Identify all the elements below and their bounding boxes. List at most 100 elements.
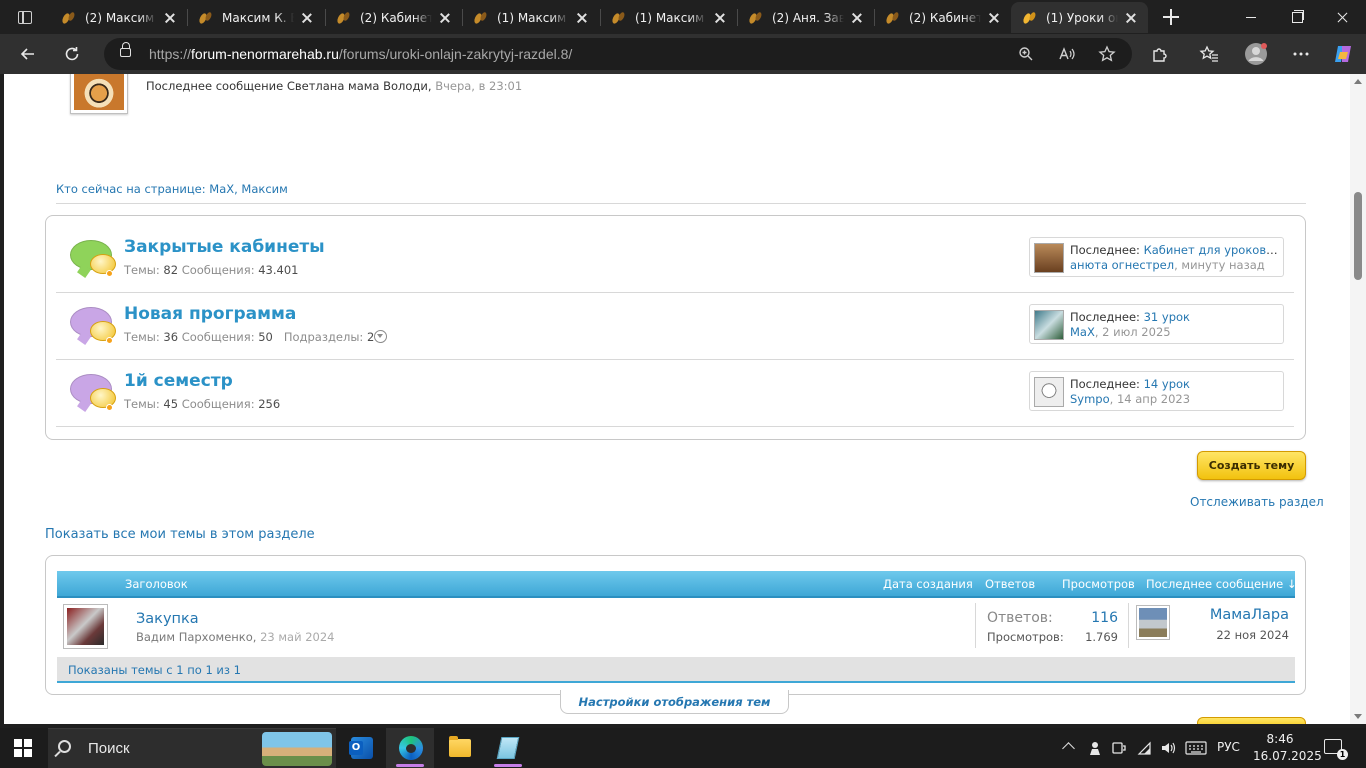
tab-actions-menu-icon[interactable] [8, 6, 42, 28]
file-explorer-icon[interactable] [436, 728, 484, 768]
show-my-threads-link[interactable]: Показать все мои темы в этом разделе [45, 527, 315, 542]
scroll-up-arrow-icon[interactable] [1354, 79, 1362, 84]
back-arrow-icon[interactable] [16, 42, 40, 66]
profile-avatar-icon[interactable] [1244, 42, 1268, 66]
last-post-user-link[interactable]: Sympo [1070, 392, 1110, 406]
create-thread-button-bottom[interactable] [1197, 717, 1306, 724]
close-tab-icon[interactable] [300, 11, 314, 25]
read-aloud-icon[interactable] [1057, 44, 1077, 64]
online-label[interactable]: Кто сейчас на странице: [56, 182, 206, 196]
subforum-last-post: Последнее: 14 урок Sympo, 14 апр 2023 [1029, 371, 1284, 411]
close-tab-icon[interactable] [713, 11, 727, 25]
subforum-title-link[interactable]: Закрытые кабинеты [124, 237, 325, 257]
favorite-star-icon[interactable] [1097, 44, 1117, 64]
page-scrollbar[interactable] [1350, 74, 1366, 724]
sort-by-last-message[interactable]: Последнее сообщение ↓ [1146, 577, 1296, 591]
last-post-avatar[interactable] [1034, 243, 1064, 273]
online-users-links[interactable]: MaX, Максим [209, 182, 288, 196]
new-tab-plus-icon[interactable] [1160, 6, 1182, 28]
sort-by-created[interactable]: Дата создания [883, 577, 973, 591]
keyboard-icon[interactable] [1185, 739, 1207, 757]
reload-icon[interactable] [60, 42, 84, 66]
windows-start-icon[interactable] [14, 739, 32, 757]
volume-icon[interactable] [1159, 739, 1177, 757]
browser-tab[interactable]: (2) Кабинет дл [874, 2, 1011, 33]
tray-app-icon[interactable] [1086, 739, 1104, 757]
thread-title-link[interactable]: Закупка [136, 611, 199, 627]
site-favicon-icon [749, 11, 763, 25]
url-text[interactable]: https://forum-nenormarehab.ru/forums/uro… [149, 46, 572, 62]
wifi-icon[interactable] [1135, 739, 1153, 757]
subforums-toggle[interactable]: Подразделы: [284, 330, 363, 344]
last-post-time[interactable]: 2 июл 2025 [1102, 325, 1170, 339]
close-tab-icon[interactable] [1124, 11, 1138, 25]
last-message-user-link[interactable]: МамаЛара [1210, 607, 1289, 623]
favorites-list-icon[interactable] [1197, 42, 1221, 66]
subforum-title-link[interactable]: Новая программа [124, 304, 296, 324]
search-highlight-image[interactable] [262, 732, 332, 766]
watch-forum-link[interactable]: Отслеживать раздел [1190, 495, 1324, 509]
window-restore-icon[interactable] [1274, 0, 1320, 34]
lock-icon[interactable] [120, 42, 131, 57]
window-close-icon[interactable] [1320, 0, 1366, 34]
browser-tab[interactable]: (2) Максим К. [50, 2, 187, 33]
thread-start-date[interactable]: 23 май 2024 [260, 630, 334, 644]
close-tab-icon[interactable] [987, 11, 1001, 25]
copilot-icon[interactable] [1331, 42, 1355, 66]
thread-display-settings-link[interactable]: Настройки отображения тем [560, 690, 789, 714]
taskbar-search[interactable]: Поиск [48, 728, 336, 768]
last-post-avatar[interactable] [1034, 310, 1064, 340]
sort-by-replies[interactable]: Ответов [985, 577, 1035, 591]
browser-tab[interactable]: (2) Кабинет дл [325, 2, 462, 33]
sort-by-title[interactable]: Заголовок [125, 577, 188, 591]
site-favicon-icon [612, 11, 626, 25]
scroll-down-arrow-icon[interactable] [1354, 714, 1362, 719]
zoom-icon[interactable] [1016, 44, 1036, 64]
last-message-time[interactable]: Вчера, в 23:01 [435, 79, 522, 93]
last-message-user-link[interactable]: Светлана мама Володи [287, 79, 428, 93]
notepad-app-icon[interactable] [484, 728, 532, 768]
show-hidden-icons-chevron-icon[interactable] [1062, 742, 1075, 755]
thread-list: Заголовок Дата создания Ответов Просмотр… [45, 555, 1306, 695]
thread-author-link[interactable]: Вадим Пархоменко [136, 630, 253, 644]
search-icon [58, 740, 71, 753]
more-menu-icon[interactable] [1289, 42, 1313, 66]
device-icon[interactable] [1110, 739, 1128, 757]
browser-tab-active[interactable]: (1) Уроки онла [1011, 2, 1148, 33]
last-post-title-link[interactable]: Кабинет для уроков Анюты [1144, 243, 1278, 257]
window-minimize-icon[interactable] [1228, 0, 1274, 34]
subforum-stats: Темы: 82 Сообщения: 43.401 [124, 263, 299, 277]
last-poster-avatar[interactable] [70, 74, 128, 114]
last-post-time[interactable]: минуту назад [1181, 258, 1264, 272]
close-tab-icon[interactable] [163, 11, 177, 25]
last-post-user-link[interactable]: MaX [1070, 325, 1095, 339]
sort-by-views[interactable]: Просмотров [1062, 577, 1135, 591]
browser-tab[interactable]: (1) Максим К. [462, 2, 599, 33]
taskbar-clock[interactable]: 8:46 16.07.2025 [1253, 731, 1322, 765]
thread-author-avatar[interactable] [63, 604, 108, 649]
browser-tab[interactable]: (1) Максим К. [600, 2, 737, 33]
chevron-down-icon[interactable] [374, 330, 388, 343]
browser-tab[interactable]: Максим К. Бро [187, 2, 324, 33]
site-favicon-icon [886, 11, 900, 25]
last-post-user-link[interactable]: анюта огнестрел [1070, 258, 1174, 272]
last-message-date[interactable]: 22 ноя 2024 [1216, 628, 1289, 642]
last-message-avatar[interactable] [1136, 605, 1170, 640]
last-post-avatar[interactable] [1034, 377, 1064, 407]
outlook-app-icon[interactable] [338, 728, 386, 768]
thread-meta: Вадим Пархоменко, 23 май 2024 [136, 630, 335, 644]
address-bar[interactable]: https://forum-nenormarehab.ru/forums/uro… [104, 38, 1132, 70]
input-language[interactable]: РУС [1217, 740, 1240, 754]
extensions-puzzle-icon[interactable] [1148, 42, 1172, 66]
subforum-title-link[interactable]: 1й семестр [124, 371, 233, 391]
close-tab-icon[interactable] [850, 11, 864, 25]
edge-app-icon[interactable] [386, 728, 434, 768]
close-tab-icon[interactable] [575, 11, 589, 25]
last-post-title-link[interactable]: 14 урок [1144, 377, 1190, 391]
create-thread-button[interactable]: Создать тему [1197, 451, 1306, 480]
last-post-title-link[interactable]: 31 урок [1144, 310, 1190, 324]
close-tab-icon[interactable] [438, 11, 452, 25]
scrollbar-thumb[interactable] [1354, 192, 1362, 280]
browser-tab[interactable]: (2) Аня. Завис [737, 2, 874, 33]
last-post-time[interactable]: 14 апр 2023 [1117, 392, 1190, 406]
